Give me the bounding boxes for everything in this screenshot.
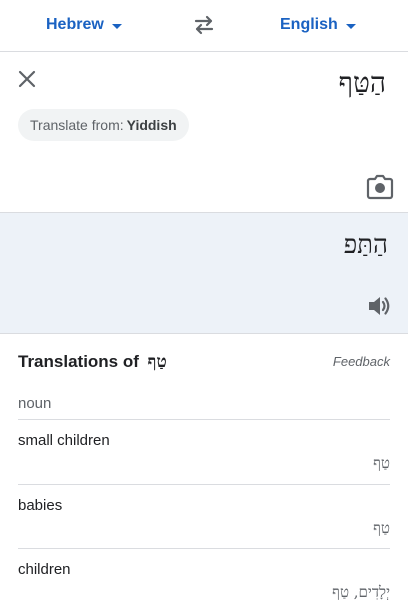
feedback-link[interactable]: Feedback: [333, 354, 390, 369]
detect-prefix: Translate from:: [30, 117, 124, 133]
translation-output-area: הַתַּפ: [0, 213, 408, 334]
list-item[interactable]: small children טַף: [18, 419, 390, 484]
close-icon[interactable]: [16, 68, 38, 90]
target-language-label: English: [280, 16, 338, 33]
reverse-translation: טַף: [373, 519, 390, 537]
chevron-down-icon: [111, 23, 122, 29]
dictionary-section: Translations of טַף Feedback noun small …: [0, 334, 408, 609]
detected-language-chip[interactable]: Translate from: Yiddish: [18, 109, 189, 141]
reverse-translation: יְלָדִים, טַף: [332, 583, 390, 601]
source-language-label: Hebrew: [46, 16, 104, 33]
language-bar: Hebrew English: [0, 0, 408, 52]
dictionary-title: Translations of טַף: [18, 352, 167, 372]
source-text[interactable]: הַטַּף: [338, 66, 386, 100]
list-item[interactable]: children יְלָדִים, טַף: [18, 548, 390, 609]
speaker-icon[interactable]: [366, 293, 392, 319]
dictionary-title-word: טַף: [147, 352, 167, 372]
translation-word: babies: [18, 497, 63, 514]
reverse-translation: טַף: [373, 454, 390, 472]
source-language-button[interactable]: Hebrew: [46, 14, 122, 36]
translation-word: children: [18, 561, 71, 578]
camera-icon[interactable]: [366, 174, 394, 200]
translation-text: הַתַּפ: [343, 230, 388, 260]
dictionary-title-prefix: Translations of: [18, 352, 139, 371]
target-language-button[interactable]: English: [280, 14, 356, 36]
translation-word: small children: [18, 432, 110, 449]
list-item[interactable]: babies טַף: [18, 484, 390, 549]
swap-languages-icon[interactable]: [192, 14, 216, 36]
chevron-down-icon: [345, 23, 356, 29]
source-input-area[interactable]: הַטַּף Translate from: Yiddish: [0, 52, 408, 213]
part-of-speech: noun: [18, 395, 52, 412]
detected-language: Yiddish: [126, 117, 177, 133]
